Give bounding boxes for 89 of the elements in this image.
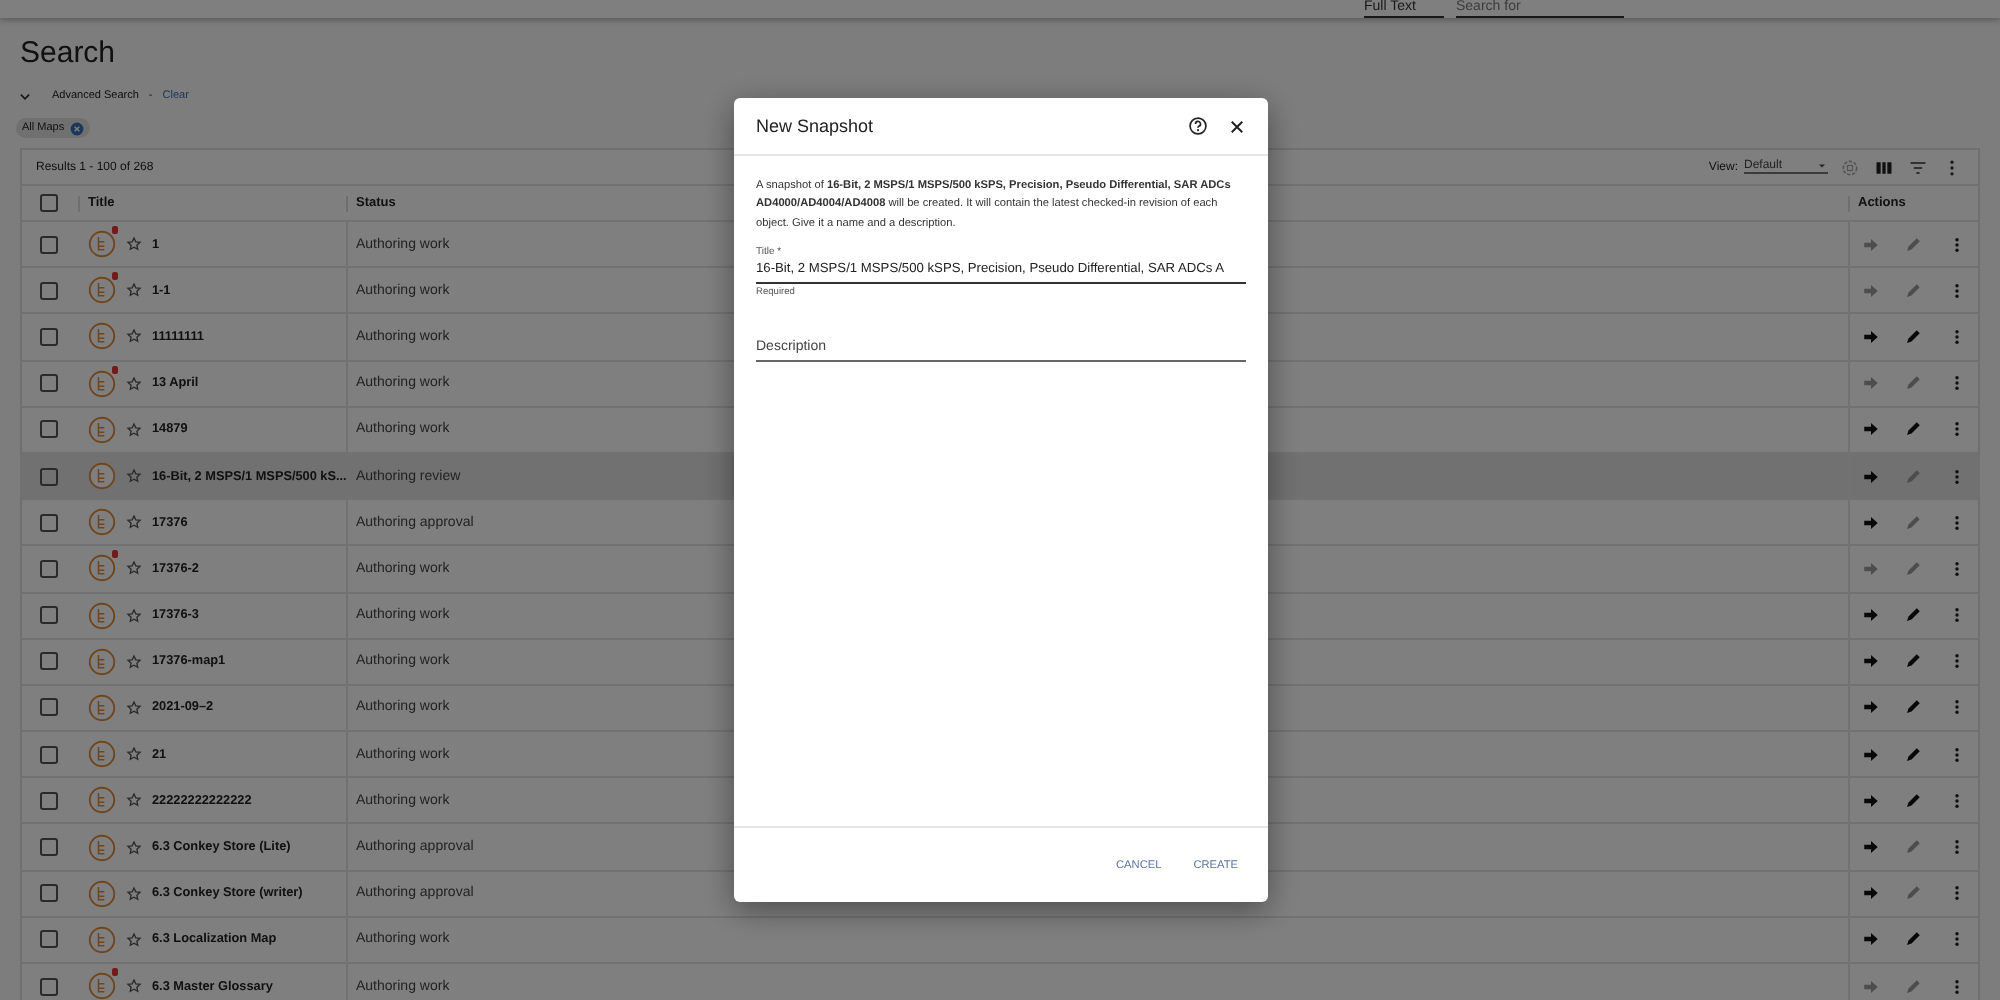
row-checkbox[interactable] <box>40 467 58 486</box>
star-icon[interactable] <box>126 560 142 577</box>
arrow-right-icon[interactable] <box>1862 745 1881 764</box>
arrow-right-icon[interactable] <box>1862 652 1881 671</box>
star-icon[interactable] <box>126 653 142 670</box>
star-icon[interactable] <box>126 375 142 392</box>
row-checkbox[interactable] <box>40 698 58 717</box>
remove-icon[interactable] <box>70 121 85 135</box>
star-icon[interactable] <box>126 607 142 624</box>
pencil-icon[interactable] <box>1904 791 1923 810</box>
pencil-icon[interactable] <box>1904 281 1923 300</box>
pencil-icon[interactable] <box>1904 745 1923 764</box>
pencil-icon[interactable] <box>1904 513 1923 532</box>
star-icon[interactable] <box>126 328 142 345</box>
arrow-right-icon[interactable] <box>1862 791 1881 810</box>
columns-icon[interactable] <box>1874 157 1894 177</box>
pencil-icon[interactable] <box>1904 606 1923 625</box>
help-icon[interactable] <box>1188 116 1208 136</box>
star-icon[interactable] <box>126 839 142 856</box>
row-checkbox[interactable] <box>40 745 58 764</box>
map-icon <box>88 415 116 444</box>
arrow-right-icon[interactable] <box>1862 884 1881 903</box>
star-icon[interactable] <box>126 792 142 809</box>
arrow-right-icon[interactable] <box>1862 977 1881 996</box>
pencil-icon[interactable] <box>1904 327 1923 346</box>
row-checkbox[interactable] <box>40 606 58 625</box>
map-icon <box>88 693 116 722</box>
row-checkbox[interactable] <box>40 235 58 254</box>
row-checkbox[interactable] <box>40 513 58 532</box>
pencil-icon[interactable] <box>1904 977 1923 996</box>
caret-icon <box>1816 160 1828 172</box>
row-checkbox[interactable] <box>40 791 58 810</box>
row-checkbox[interactable] <box>40 930 58 949</box>
star-icon[interactable] <box>126 236 142 253</box>
arrow-right-icon[interactable] <box>1862 606 1881 625</box>
pencil-icon[interactable] <box>1904 559 1923 578</box>
star-icon[interactable] <box>126 885 142 902</box>
pencil-icon[interactable] <box>1904 374 1923 393</box>
pencil-icon[interactable] <box>1904 884 1923 903</box>
star-icon[interactable] <box>126 421 142 438</box>
arrow-right-icon[interactable] <box>1862 420 1881 439</box>
map-icon <box>88 647 116 676</box>
pencil-icon[interactable] <box>1904 838 1923 857</box>
arrow-right-icon[interactable] <box>1862 513 1881 532</box>
arrow-right-icon[interactable] <box>1862 235 1881 254</box>
map-icon <box>88 740 116 769</box>
arrow-right-icon[interactable] <box>1862 467 1881 486</box>
arrow-right-icon[interactable] <box>1862 374 1881 393</box>
pencil-icon[interactable] <box>1904 652 1923 671</box>
select-all-checkbox[interactable] <box>40 194 58 212</box>
pencil-icon[interactable] <box>1904 930 1923 949</box>
star-icon[interactable] <box>126 978 142 995</box>
arrow-right-icon[interactable] <box>1862 930 1881 949</box>
pencil-icon[interactable] <box>1904 235 1923 254</box>
star-icon[interactable] <box>126 514 142 531</box>
row-checkbox[interactable] <box>40 327 58 346</box>
map-icon <box>88 462 116 491</box>
row-checkbox[interactable] <box>40 374 58 393</box>
row-checkbox[interactable] <box>40 838 58 857</box>
dialog-title: New Snapshot <box>756 116 876 136</box>
arrow-right-icon[interactable] <box>1862 327 1881 346</box>
page-title: Search <box>20 36 118 74</box>
row-checkbox[interactable] <box>40 281 58 300</box>
map-icon <box>88 508 116 537</box>
row-checkbox[interactable] <box>40 420 58 439</box>
star-icon[interactable] <box>126 746 142 763</box>
row-checkbox[interactable] <box>40 884 58 903</box>
star-icon[interactable] <box>126 699 142 716</box>
map-icon <box>88 322 116 351</box>
star-icon[interactable] <box>126 931 142 948</box>
map-icon <box>88 879 116 908</box>
close-icon[interactable] <box>1228 117 1246 135</box>
map-icon <box>88 786 116 815</box>
row-checkbox[interactable] <box>40 559 58 578</box>
arrow-right-icon[interactable] <box>1862 559 1881 578</box>
arrow-right-icon[interactable] <box>1862 838 1881 857</box>
chevron-icon[interactable] <box>18 89 32 103</box>
arrow-right-icon[interactable] <box>1862 281 1881 300</box>
star-icon[interactable] <box>126 468 142 485</box>
filter-icon[interactable] <box>1908 157 1928 177</box>
row-checkbox[interactable] <box>40 977 58 996</box>
row-checkbox[interactable] <box>40 652 58 671</box>
star-icon[interactable] <box>126 282 142 299</box>
map-icon <box>88 925 116 954</box>
pencil-icon[interactable] <box>1904 698 1923 717</box>
map-icon <box>88 601 116 630</box>
map-icon <box>88 833 116 862</box>
arrow-right-icon[interactable] <box>1862 698 1881 717</box>
pencil-icon[interactable] <box>1904 420 1923 439</box>
